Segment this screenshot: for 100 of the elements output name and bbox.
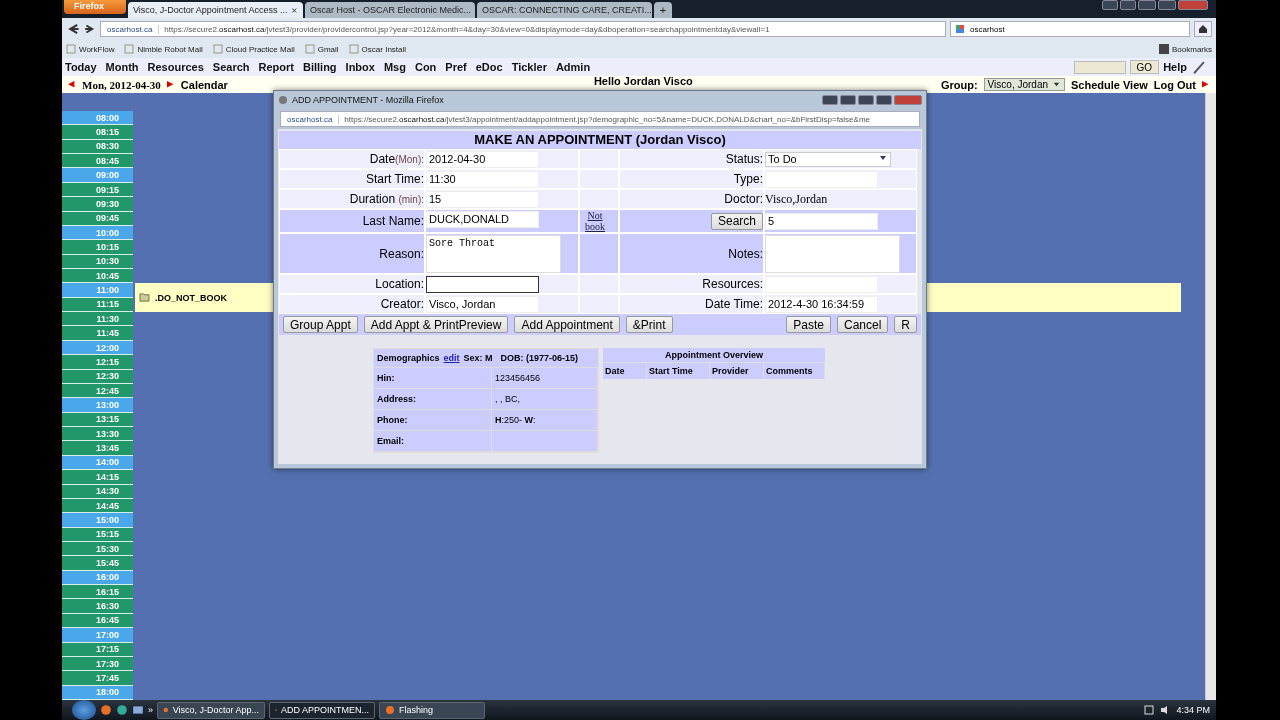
text-field[interactable]: Visco, Jordan bbox=[426, 296, 539, 313]
menu-item[interactable]: Report bbox=[258, 61, 294, 73]
time-slot[interactable]: 10:45 bbox=[62, 269, 133, 284]
search-field[interactable]: oscarhost bbox=[950, 21, 1190, 37]
time-slot[interactable]: 16:15 bbox=[62, 585, 133, 600]
more-chevron[interactable]: » bbox=[148, 705, 153, 715]
demographics-label: Email: bbox=[374, 431, 492, 452]
window-button[interactable] bbox=[1102, 0, 1118, 10]
home-button[interactable] bbox=[1194, 21, 1212, 37]
action-button[interactable]: Add Appointment bbox=[514, 316, 620, 333]
minimize-button[interactable] bbox=[1138, 0, 1156, 10]
time-slot[interactable]: 10:15 bbox=[62, 240, 133, 255]
folder-icon bbox=[139, 293, 150, 303]
demographics-value: 123456456 bbox=[492, 368, 598, 389]
form-heading: MAKE AN APPOINTMENT (Jordan Visco) bbox=[279, 131, 921, 149]
demographics-title: Demographics bbox=[377, 353, 440, 363]
bookmark-link[interactable]: Gmail bbox=[304, 44, 339, 54]
search-button[interactable]: Search bbox=[710, 212, 763, 230]
start-button[interactable] bbox=[72, 700, 96, 720]
menu-item[interactable]: Pref bbox=[445, 61, 467, 73]
text-field[interactable] bbox=[426, 276, 539, 293]
window-title: ADD APPOINTMENT - Mozilla Firefox bbox=[292, 95, 444, 105]
time-slot[interactable]: 11:30 bbox=[62, 312, 133, 327]
time-slot[interactable]: 12:15 bbox=[62, 355, 133, 370]
time-slot[interactable]: 14:15 bbox=[62, 470, 133, 485]
menu-item[interactable]: Today bbox=[65, 61, 97, 73]
bookmarks-menu[interactable]: Bookmarks bbox=[1159, 44, 1212, 54]
action-button[interactable]: Cancel bbox=[836, 316, 889, 333]
menu-item[interactable]: Inbox bbox=[345, 61, 375, 73]
time-slot[interactable]: 11:45 bbox=[62, 326, 133, 341]
group-select[interactable]: Visco, Jordan bbox=[983, 78, 1065, 91]
window-button[interactable] bbox=[822, 95, 838, 105]
menu-item[interactable]: Msg bbox=[383, 61, 406, 73]
text-field[interactable]: 2012-4-30 16:34:59 bbox=[765, 295, 878, 313]
bookmark-icon bbox=[212, 44, 223, 54]
schedule-view-link[interactable]: Schedule View bbox=[1071, 78, 1148, 91]
maximize-button[interactable] bbox=[876, 95, 892, 105]
minimize-button[interactable] bbox=[858, 95, 874, 105]
menu-item[interactable]: Admin bbox=[555, 61, 591, 73]
action-button[interactable]: &Print bbox=[625, 316, 673, 333]
demographics-value: , , BC, bbox=[492, 389, 598, 410]
help-link[interactable]: Help bbox=[1163, 61, 1187, 73]
action-button[interactable]: Paste bbox=[786, 316, 831, 333]
demographics-value: H:250- W: bbox=[492, 410, 598, 431]
edit-link[interactable]: edit bbox=[443, 353, 460, 363]
edit-icon bbox=[1191, 60, 1207, 74]
action-button[interactable]: Group Appt bbox=[283, 316, 358, 333]
browser-tab[interactable]: OSCAR: CONNECTING CARE, CREATI... bbox=[477, 2, 652, 18]
time-slot[interactable]: 16:30 bbox=[62, 599, 133, 614]
menu-item[interactable]: Month bbox=[105, 61, 139, 73]
field-label: Doctor: bbox=[724, 192, 763, 206]
arrow-icon bbox=[1202, 80, 1210, 89]
text-field[interactable]: 15 bbox=[426, 191, 539, 208]
address-bar[interactable]: oscarhost.ca https://secure2.oscarhost.ca/jvtest3/provider/providercontrol.jsp?year=2012&month=4&day=30&view=0&displaymode=day&dboperation=searchappointmentday&viewall=1 bbox=[100, 21, 946, 37]
menu-item[interactable]: Con bbox=[414, 61, 437, 73]
time-slot[interactable]: 08:45 bbox=[62, 154, 133, 169]
new-tab-button[interactable]: + bbox=[654, 2, 672, 18]
time-slot[interactable]: 17:45 bbox=[62, 671, 133, 686]
bookmark-link[interactable]: Cloud Practice Mail bbox=[212, 44, 295, 54]
taskbar-item[interactable]: Visco, J-Doctor App... bbox=[157, 701, 265, 719]
field-label: Type: bbox=[733, 172, 763, 186]
status-select[interactable]: To Do bbox=[765, 151, 891, 167]
taskbar-item[interactable]: ADD APPOINTMEN... bbox=[269, 701, 375, 719]
menu-item[interactable]: Resources bbox=[147, 61, 204, 73]
bookmark-link[interactable]: WorkFlow bbox=[66, 44, 115, 54]
go-field[interactable] bbox=[1073, 60, 1126, 74]
window-button[interactable] bbox=[840, 95, 856, 105]
time-slot[interactable]: 13:30 bbox=[62, 427, 133, 442]
doctor-name: Visco,Jordan bbox=[765, 191, 828, 207]
action-button[interactable]: R bbox=[894, 316, 917, 333]
menu-item[interactable]: Billing bbox=[303, 61, 337, 73]
browser-tab[interactable]: Oscar Host - OSCAR Electronic Medic... bbox=[305, 2, 475, 18]
text-field[interactable]: 2012-04-30 bbox=[426, 151, 539, 168]
time-slot[interactable]: 13:45 bbox=[62, 441, 133, 456]
taskbar-item[interactable]: Flashing bbox=[379, 701, 485, 719]
address-bar[interactable]: oscarhost.ca https://secure2.oscarhost.ca/jvtest3/appointment/addappointment.jsp?demographic_no=5&name=DUCK,DONALD&chart_no=&bFirstDisp=false&me bbox=[280, 111, 920, 127]
window-button[interactable] bbox=[1120, 0, 1136, 10]
field-label: Resources: bbox=[702, 277, 763, 291]
text-field[interactable]: DUCK,DONALD bbox=[426, 211, 539, 228]
scrollbar[interactable] bbox=[1205, 93, 1216, 700]
menu-item[interactable]: Tickler bbox=[511, 61, 547, 73]
time-slot[interactable]: 09:30 bbox=[62, 197, 133, 212]
not-book-link[interactable]: Not book bbox=[580, 210, 610, 232]
demographics-label: Address: bbox=[374, 389, 492, 410]
go-button[interactable]: GO bbox=[1129, 60, 1160, 74]
browser-tab[interactable]: Visco, J-Doctor Appointment Access ... bbox=[128, 2, 303, 18]
dob-text: DOB: (1977-06-15) bbox=[500, 353, 579, 363]
action-button[interactable]: Add Appt & PrintPreview bbox=[363, 316, 509, 333]
maximize-button[interactable] bbox=[1158, 0, 1176, 10]
text-field[interactable]: 5 bbox=[765, 212, 878, 230]
menu-item[interactable]: eDoc bbox=[475, 61, 503, 73]
bookmark-link[interactable]: Nimble Robot Mail bbox=[124, 44, 203, 54]
time-slot[interactable]: 15:45 bbox=[62, 556, 133, 571]
text-area[interactable]: Sore Throat bbox=[426, 235, 561, 273]
logout-link[interactable]: Log Out bbox=[1153, 78, 1196, 91]
text-field[interactable]: 11:30 bbox=[426, 171, 539, 188]
calendar-link[interactable]: Calendar bbox=[180, 78, 228, 91]
time-slot[interactable]: 08:15 bbox=[62, 125, 133, 140]
bookmark-link[interactable]: Oscar Install bbox=[348, 44, 407, 54]
menu-item[interactable]: Search bbox=[212, 61, 250, 73]
